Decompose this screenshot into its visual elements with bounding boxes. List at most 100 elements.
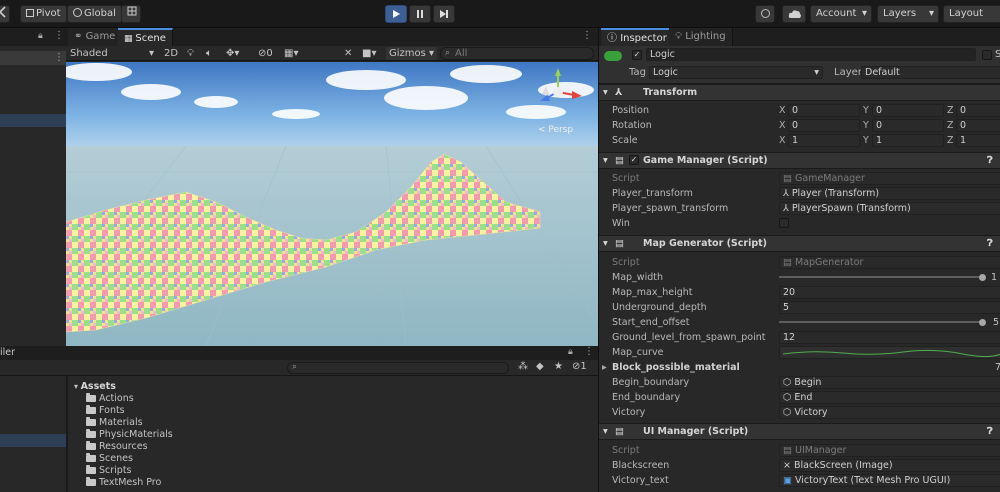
rotation-y-field[interactable]: 0 [872, 119, 944, 132]
gizmos-dropdown[interactable]: Gizmos ▾ [386, 47, 438, 60]
2d-toggle[interactable]: 2D [164, 47, 178, 60]
filter-type-icon[interactable]: ⁂ [518, 361, 528, 372]
script-icon: ▤ [783, 257, 795, 268]
scale-z-field[interactable]: 1 [956, 134, 1000, 147]
dropdown-arrow-icon: ▾ [148, 48, 154, 59]
object-name-field[interactable]: Logic [646, 48, 976, 61]
begin-boundary-field[interactable]: ⬡ Begin [779, 376, 1000, 389]
grid-dropdown-icon[interactable]: ▦▾ [284, 47, 298, 60]
visible-count[interactable]: ⊘1 [572, 361, 587, 372]
player-transform-field[interactable]: ⅄ Player (Transform) [779, 187, 1000, 200]
lock-icon[interactable]: 🔒︎ [38, 31, 43, 41]
victory-field[interactable]: ⬡ Victory [779, 406, 1000, 419]
project-search[interactable]: ⌕ [287, 362, 509, 374]
ui-manager-header[interactable]: ▾ ▤ UI Manager (Script) ❓︎ [599, 423, 1000, 440]
folder-icon [86, 453, 96, 462]
player-spawn-field[interactable]: ⅄ PlayerSpawn (Transform) [779, 202, 1000, 215]
transform-header[interactable]: ▾ ⅄ Transform [599, 84, 1000, 101]
collapse-icon[interactable] [0, 5, 10, 23]
hierarchy-scene-row[interactable]: ⋮ [0, 51, 66, 65]
start-end-offset-slider-knob[interactable] [979, 319, 986, 326]
underground-depth-field[interactable]: 5 [779, 301, 1000, 314]
persp-label[interactable]: < Persp [538, 125, 573, 135]
cloud-icon[interactable] [782, 5, 806, 23]
grid-snap-button[interactable] [121, 5, 141, 23]
filter-label-icon[interactable]: ◆ [536, 361, 544, 372]
component-enabled-checkbox[interactable]: ✓ [629, 155, 639, 165]
mg-start-end-offset-row: Start_end_offset 5 [612, 315, 1000, 330]
dropdown-arrow-icon: ▾ [814, 67, 819, 78]
lock-icon[interactable]: 🔒︎ [568, 347, 573, 357]
shading-dropdown[interactable]: Shaded ▾ [68, 47, 156, 60]
global-toggle[interactable]: Global [67, 5, 122, 23]
position-z-field[interactable]: 0 [956, 104, 1000, 117]
map-curve-field[interactable] [779, 346, 1000, 359]
scale-y-field[interactable]: 1 [872, 134, 944, 147]
start-end-offset-value[interactable]: 5 [993, 315, 999, 330]
tab-scene[interactable]: ▦ Scene [118, 28, 173, 46]
map-width-value[interactable]: 1 [991, 270, 997, 285]
active-checkbox[interactable]: ✓ [632, 50, 642, 60]
win-checkbox[interactable] [779, 218, 789, 228]
scale-x-field[interactable]: 1 [788, 134, 860, 147]
map-max-height-field[interactable]: 20 [779, 286, 1000, 299]
favorite-star-icon[interactable]: ★ [554, 361, 563, 372]
scene-grid-icon: ▦ [124, 34, 136, 44]
mg-map-width-row: Map_width 1 [612, 270, 998, 285]
pivot-toggle[interactable]: Pivot [20, 5, 67, 23]
ground-level-field[interactable]: 12 [779, 331, 1000, 344]
help-icon[interactable]: ❓︎ [987, 424, 993, 439]
lighting-toggle-icon[interactable]: 💡︎ [187, 47, 194, 60]
ui-script-row: Script ▤ UIManager [599, 443, 1000, 458]
effects-dropdown-icon[interactable]: ✥▾ [226, 47, 239, 60]
help-icon[interactable]: ❓︎ [987, 236, 993, 251]
layout-dropdown[interactable]: Layout [943, 5, 1000, 23]
map-generator-header[interactable]: ▾ ▤ Map Generator (Script) ❓︎ [599, 235, 1000, 252]
mg-block-material-row[interactable]: ▸ Block_possible_material 7 [599, 360, 1000, 375]
block-material-count[interactable]: 7 [995, 360, 1000, 375]
camera-dropdown-icon[interactable]: ■▾ [362, 47, 376, 60]
gm-script-row: Script ▤ GameManager [599, 171, 1000, 186]
tools-icon[interactable]: ✕ [344, 47, 352, 60]
game-manager-header[interactable]: ▾ ▤ ✓ Game Manager (Script) ❓︎ [599, 152, 1000, 169]
scene-viewport[interactable]: < Persp [66, 62, 598, 346]
play-button[interactable] [385, 5, 407, 23]
rotation-z-field[interactable]: 0 [956, 119, 1000, 132]
project-left-selected-row[interactable] [0, 434, 66, 447]
static-checkbox[interactable] [982, 50, 992, 60]
project-tab-title[interactable]: iler [0, 347, 15, 358]
scene-search[interactable]: ⌕ All [440, 47, 594, 60]
tab-lighting[interactable]: 💡︎ Lighting [669, 28, 733, 46]
collab-icon[interactable] [755, 5, 775, 23]
tree-item-folder[interactable]: TextMesh Pro [86, 475, 161, 490]
layer-dropdown[interactable]: Default [861, 66, 1000, 79]
victory-text-field[interactable]: ▣ VictoryText (Text Mesh Pro UGUI) [779, 474, 1000, 487]
gm-script-field: ▤ GameManager [779, 172, 1000, 185]
ui-blackscreen-row: Blackscreen ⨯ BlackScreen (Image) [599, 458, 1000, 473]
menu-dots-icon[interactable]: ⋮ [54, 52, 64, 63]
position-y-field[interactable]: 0 [872, 104, 944, 117]
help-icon[interactable]: ❓︎ [987, 153, 993, 168]
end-boundary-field[interactable]: ⬡ End [779, 391, 1000, 404]
pause-button[interactable] [409, 5, 431, 23]
hierarchy-selected-row[interactable] [0, 114, 66, 127]
layers-dropdown[interactable]: Layers ▾ [877, 5, 939, 23]
tag-dropdown[interactable]: Logic ▾ [649, 66, 823, 79]
gm-player-spawn-row: Player_spawn_transform ⅄ PlayerSpawn (Tr… [599, 201, 1000, 216]
blackscreen-field[interactable]: ⨯ BlackScreen (Image) [779, 459, 1000, 472]
menu-dots-icon[interactable]: ⋮ [584, 346, 594, 357]
menu-dots-icon[interactable]: ⋮ [54, 30, 64, 41]
map-width-slider[interactable] [779, 276, 983, 278]
position-x-field[interactable]: 0 [788, 104, 860, 117]
start-end-offset-slider[interactable] [779, 321, 983, 323]
account-dropdown[interactable]: Account ▾ [810, 5, 872, 23]
step-button[interactable] [433, 5, 455, 23]
map-width-slider-knob[interactable] [979, 274, 986, 281]
audio-toggle-icon[interactable]: 🔈︎ [206, 47, 212, 60]
tab-inspector[interactable]: ⓘ Inspector [601, 28, 674, 46]
tab-game[interactable]: ⚭ Game [68, 28, 123, 46]
menu-dots-icon[interactable]: ⋮ [582, 30, 592, 41]
ui-victory-text-row: Victory_text ▣ VictoryText (Text Mesh Pr… [599, 473, 1000, 488]
rotation-x-field[interactable]: 0 [788, 119, 860, 132]
hidden-objects-toggle[interactable]: ⊘0 [258, 47, 273, 60]
